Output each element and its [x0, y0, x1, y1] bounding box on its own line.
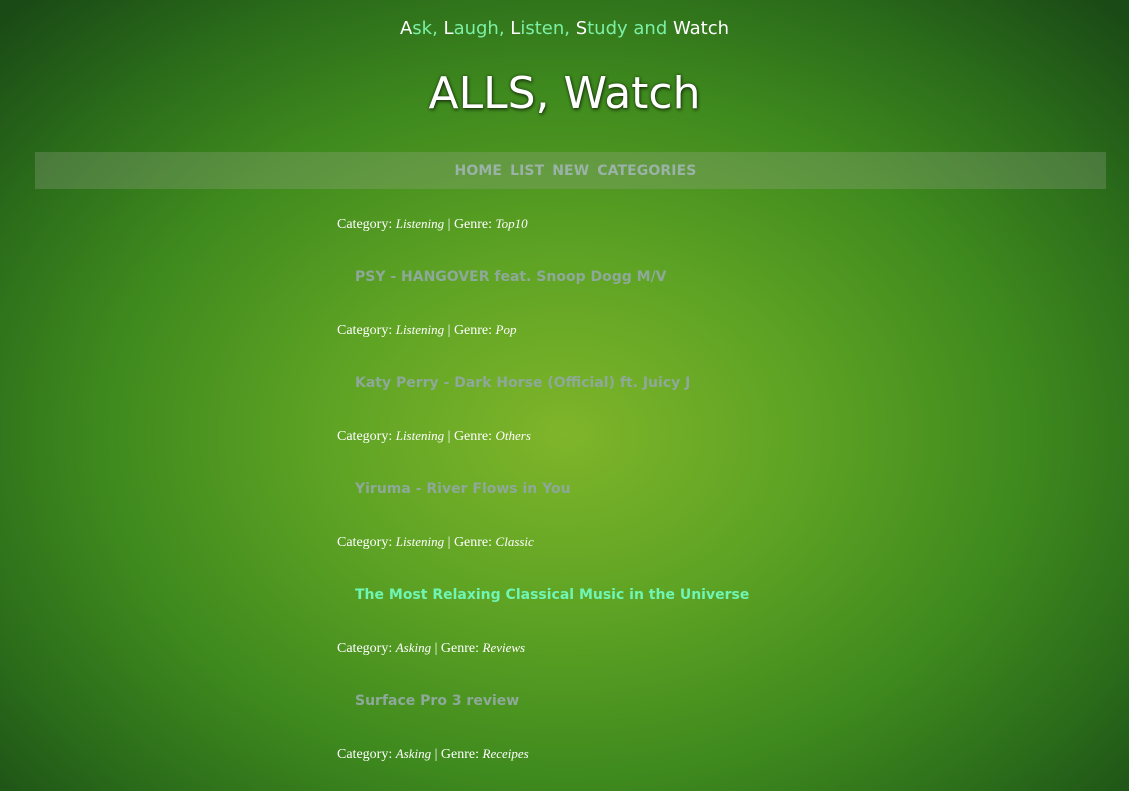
meta-separator: | [447, 535, 451, 550]
genre-label: Genre: [440, 641, 480, 656]
entry-meta: Category: Asking | Genre: Reviews [337, 636, 1037, 660]
meta-separator: | [447, 323, 451, 338]
video-link[interactable]: Surface Pro 3 review [355, 689, 1037, 713]
category-label: Category: [337, 323, 393, 338]
category-link[interactable]: Asking [396, 640, 431, 655]
genre-link[interactable]: Pop [496, 322, 517, 337]
meta-separator: | [434, 641, 438, 656]
genre-label: Genre: [453, 323, 493, 338]
tagline-part: isten, [520, 18, 576, 39]
category-label: Category: [337, 217, 393, 232]
tagline-part: sk, [412, 18, 444, 39]
tagline-part: A [399, 18, 413, 39]
genre-link[interactable]: Classic [496, 534, 534, 549]
entry-meta: Category: Listening | Genre: Classic [337, 530, 1037, 554]
tagline-part: tudy and [587, 18, 673, 39]
video-link[interactable]: Katy Perry - Dark Horse (Official) ft. J… [355, 371, 1037, 395]
category-label: Category: [337, 747, 393, 762]
genre-label: Genre: [453, 217, 493, 232]
entry-meta: Category: Listening | Genre: Top10 [337, 212, 1037, 236]
genre-link[interactable]: Top10 [496, 216, 528, 231]
site-title[interactable]: ALLS, Watch [0, 64, 1129, 124]
genre-link[interactable]: Reviews [483, 640, 526, 655]
entry-list: Category: Listening | Genre: Top10 PSY - … [337, 212, 1037, 766]
category-link[interactable]: Listening [396, 534, 444, 549]
genre-label: Genre: [453, 535, 493, 550]
genre-label: Genre: [453, 429, 493, 444]
genre-label: Genre: [440, 747, 480, 762]
category-link[interactable]: Listening [396, 428, 444, 443]
tagline-part: augh, [453, 18, 511, 39]
video-link[interactable]: Yiruma - River Flows in You [355, 477, 1037, 501]
meta-separator: | [434, 747, 438, 762]
entry-meta: Category: Asking | Genre: Receipes [337, 742, 1037, 766]
video-link[interactable]: PSY - HANGOVER feat. Snoop Dogg M/V [355, 265, 1037, 289]
tagline-part: S [575, 18, 588, 39]
category-label: Category: [337, 535, 393, 550]
category-label: Category: [337, 429, 393, 444]
category-link[interactable]: Listening [396, 216, 444, 231]
category-link[interactable]: Listening [396, 322, 444, 337]
genre-link[interactable]: Others [496, 428, 531, 443]
meta-separator: | [447, 429, 451, 444]
tagline-part: Watch [672, 18, 730, 39]
video-link[interactable]: The Most Relaxing Classical Music in the… [355, 583, 1037, 607]
meta-separator: | [447, 217, 451, 232]
nav-item-categories[interactable]: CATEGORIES [597, 163, 696, 179]
main-nav: HOME LIST NEW CATEGORIES [35, 152, 1106, 189]
entry-meta: Category: Listening | Genre: Pop [337, 318, 1037, 342]
tagline-part: L [443, 18, 454, 39]
category-link[interactable]: Asking [396, 746, 431, 761]
nav-item-list[interactable]: LIST [510, 163, 544, 179]
nav-item-new[interactable]: NEW [552, 163, 589, 179]
category-label: Category: [337, 641, 393, 656]
site-tagline: Ask, Laugh, Listen, Study and Watch [0, 16, 1129, 42]
tagline-part: L [510, 18, 521, 39]
nav-item-home[interactable]: HOME [455, 163, 503, 179]
entry-meta: Category: Listening | Genre: Others [337, 424, 1037, 448]
genre-link[interactable]: Receipes [483, 746, 529, 761]
